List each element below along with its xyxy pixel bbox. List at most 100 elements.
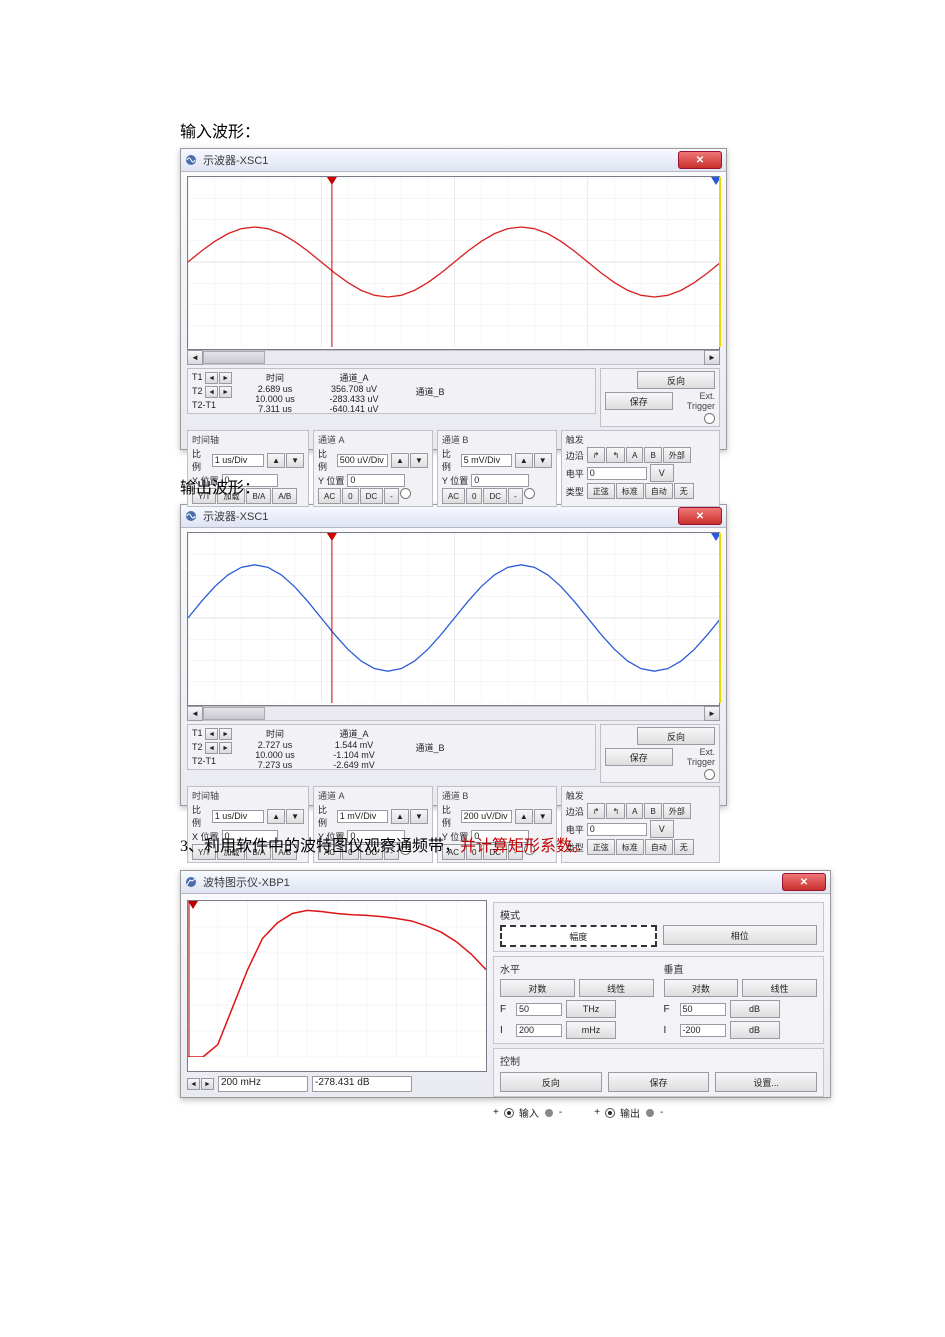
trig-ext-button[interactable]: 外部 (663, 803, 691, 819)
t1-left[interactable]: ◄ (205, 372, 218, 384)
scope-display[interactable] (187, 176, 720, 350)
type-none-button[interactable]: 无 (674, 483, 694, 499)
mode-magnitude-button[interactable]: 幅度 (500, 925, 657, 947)
chA-scale-up[interactable]: ▲ (391, 809, 409, 824)
v-F-unit-button[interactable]: dB (730, 1000, 780, 1018)
type-auto-button[interactable]: 自动 (645, 483, 673, 499)
chB-dc-button[interactable]: DC (483, 488, 507, 504)
chA-scale-down[interactable]: ▼ (410, 809, 428, 824)
t1-right[interactable]: ► (219, 728, 232, 740)
scroll-left-button[interactable]: ◄ (187, 350, 203, 365)
titlebar[interactable]: 波特图示仪-XBP1 ✕ (181, 871, 830, 894)
close-button[interactable]: ✕ (678, 507, 722, 525)
chB-scale-up[interactable]: ▲ (515, 809, 533, 824)
h-I-input[interactable]: 200 (516, 1024, 562, 1037)
chA-scale-input[interactable]: 1 mV/Div (337, 810, 388, 823)
mode-ab-button[interactable]: A/B (272, 488, 297, 504)
type-sine-button[interactable]: 正弦 (587, 483, 615, 499)
level-unit-button[interactable]: V (650, 464, 674, 482)
level-unit-button[interactable]: V (650, 820, 674, 838)
timebase-scale-input[interactable]: 1 us/Div (212, 454, 264, 467)
t2-right[interactable]: ► (219, 386, 232, 398)
out-minus-terminal[interactable] (646, 1109, 654, 1117)
level-input[interactable]: 0 (587, 467, 647, 480)
scale-up-button[interactable]: ▲ (267, 809, 285, 824)
trig-a-button[interactable]: A (626, 447, 643, 463)
edge-rising-button[interactable]: ↱ (587, 447, 606, 463)
in-plus-terminal[interactable] (505, 1109, 513, 1117)
horizontal-scrollbar[interactable]: ◄ ► (187, 350, 720, 364)
h-F-unit-button[interactable]: THz (566, 1000, 616, 1018)
t2-left[interactable]: ◄ (205, 742, 218, 754)
t1-right[interactable]: ► (219, 372, 232, 384)
titlebar[interactable]: 示波器-XSC1 ✕ (181, 505, 726, 528)
edge-rising-button[interactable]: ↱ (587, 803, 606, 819)
timebase-scale-input[interactable]: 1 us/Div (212, 810, 264, 823)
chB-zero-button[interactable]: 0 (466, 488, 482, 504)
chA-ypos-input[interactable]: 0 (347, 474, 405, 487)
chB-neg-button[interactable]: - (508, 488, 523, 504)
v-lin-button[interactable]: 线性 (742, 979, 817, 997)
out-plus-terminal[interactable] (606, 1109, 614, 1117)
scale-down-button[interactable]: ▼ (286, 809, 304, 824)
cursor-left-button[interactable]: ◄ (187, 1078, 200, 1090)
chB-scale-down[interactable]: ▼ (534, 453, 552, 468)
h-log-button[interactable]: 对数 (500, 979, 575, 997)
v-log-button[interactable]: 对数 (664, 979, 739, 997)
trig-b-button[interactable]: B (644, 447, 661, 463)
scope-display[interactable] (187, 532, 720, 706)
bode-display[interactable] (187, 900, 487, 1072)
chA-scale-up[interactable]: ▲ (391, 453, 409, 468)
type-sine-button[interactable]: 正弦 (587, 839, 615, 855)
v-I-unit-button[interactable]: dB (730, 1021, 780, 1039)
type-norm-button[interactable]: 标准 (616, 483, 644, 499)
ext-trigger-radio[interactable] (704, 769, 715, 780)
ctrl-save-button[interactable]: 保存 (608, 1072, 710, 1092)
chA-scale-input[interactable]: 500 uV/Div (337, 454, 388, 467)
chB-ypos-input[interactable]: 0 (471, 474, 529, 487)
save-button[interactable]: 保存 (605, 392, 673, 410)
chA-zero-button[interactable]: 0 (342, 488, 358, 504)
h-I-unit-button[interactable]: mHz (566, 1021, 616, 1039)
chB-probe-radio[interactable] (524, 488, 535, 499)
ext-trigger-radio[interactable] (704, 413, 715, 424)
chA-neg-button[interactable]: - (384, 488, 399, 504)
ctrl-settings-button[interactable]: 设置... (715, 1072, 817, 1092)
chA-probe-radio[interactable] (400, 488, 411, 499)
scroll-right-button[interactable]: ► (704, 706, 720, 721)
h-lin-button[interactable]: 线性 (579, 979, 654, 997)
titlebar[interactable]: 示波器-XSC1 ✕ (181, 149, 726, 172)
edge-falling-button[interactable]: ↰ (606, 803, 625, 819)
mode-phase-button[interactable]: 相位 (663, 925, 818, 945)
cursor-right-button[interactable]: ► (201, 1078, 214, 1090)
save-button[interactable]: 保存 (605, 748, 673, 766)
v-F-input[interactable]: 50 (680, 1003, 726, 1016)
trig-a-button[interactable]: A (626, 803, 643, 819)
chB-scale-input[interactable]: 5 mV/Div (461, 454, 512, 467)
type-none-button[interactable]: 无 (674, 839, 694, 855)
level-input[interactable]: 0 (587, 823, 647, 836)
chB-scale-down[interactable]: ▼ (534, 809, 552, 824)
close-button[interactable]: ✕ (782, 873, 826, 891)
trig-b-button[interactable]: B (644, 803, 661, 819)
t1-left[interactable]: ◄ (205, 728, 218, 740)
chB-scale-up[interactable]: ▲ (515, 453, 533, 468)
reverse-button[interactable]: 反向 (637, 371, 715, 389)
scale-up-button[interactable]: ▲ (267, 453, 285, 468)
scroll-right-button[interactable]: ► (704, 350, 720, 365)
ctrl-reverse-button[interactable]: 反向 (500, 1072, 602, 1092)
reverse-button[interactable]: 反向 (637, 727, 715, 745)
trig-ext-button[interactable]: 外部 (663, 447, 691, 463)
type-auto-button[interactable]: 自动 (645, 839, 673, 855)
in-minus-terminal[interactable] (545, 1109, 553, 1117)
chA-ac-button[interactable]: AC (318, 488, 341, 504)
horizontal-scrollbar[interactable]: ◄ ► (187, 706, 720, 720)
scroll-left-button[interactable]: ◄ (187, 706, 203, 721)
edge-falling-button[interactable]: ↰ (606, 447, 625, 463)
h-F-input[interactable]: 50 (516, 1003, 562, 1016)
chB-scale-input[interactable]: 200 uV/Div (461, 810, 512, 823)
chA-dc-button[interactable]: DC (360, 488, 384, 504)
t2-left[interactable]: ◄ (205, 386, 218, 398)
v-I-input[interactable]: -200 (680, 1024, 726, 1037)
chB-ac-button[interactable]: AC (442, 488, 465, 504)
